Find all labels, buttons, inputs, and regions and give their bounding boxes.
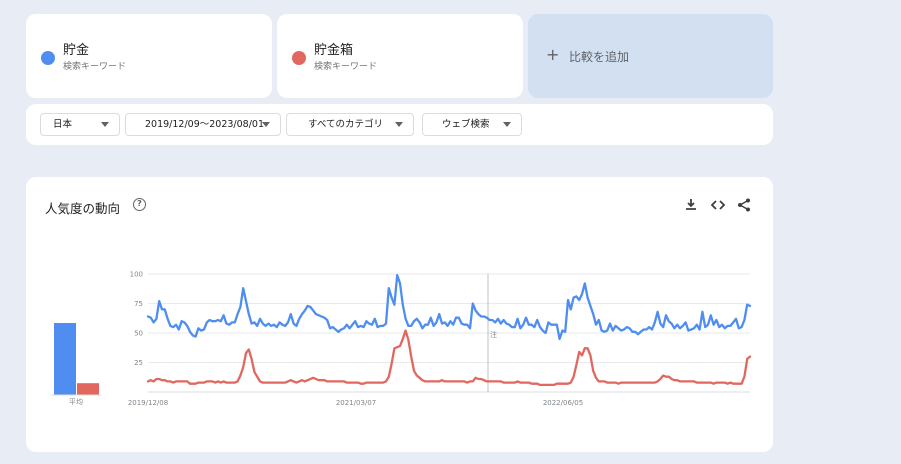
y-tick-label: 100	[130, 271, 143, 279]
search-type-dropdown[interactable]: ウェブ検索	[422, 113, 522, 136]
category-dropdown-label: すべてのカテゴリ	[308, 119, 383, 130]
x-tick-label: 2019/12/08	[128, 399, 168, 407]
date-range-dropdown-label: 2019/12/09〜2023/08/01	[145, 119, 265, 130]
add-comparison-button[interactable]: + 比較を追加	[528, 14, 773, 98]
add-comparison-label: 比較を追加	[569, 50, 630, 64]
search-type-dropdown-label: ウェブ検索	[442, 119, 490, 130]
chevron-down-icon	[262, 122, 270, 127]
search-term-type-2: 検索キーワード	[314, 62, 378, 72]
chevron-down-icon	[101, 122, 109, 127]
average-bar	[77, 383, 99, 395]
note-marker-label: 注	[490, 330, 497, 339]
search-term-type-1: 検索キーワード	[63, 62, 127, 72]
series-line	[146, 274, 752, 341]
series-color-dot-1	[41, 51, 55, 65]
interest-over-time-card: 人気度の動向 ? 100 75 50 25 注 2019/12/08 2021/03/07 2…	[26, 177, 773, 452]
filter-bar: 日本 2019/12/09〜2023/08/01 すべてのカテゴリ ウェブ検索	[26, 104, 773, 145]
x-tick-label: 2021/03/07	[336, 399, 376, 407]
x-tick-label: 2022/06/05	[543, 399, 583, 407]
search-term-name-2[interactable]: 貯金箱	[314, 39, 353, 58]
series-line	[146, 329, 752, 387]
average-bar	[54, 323, 76, 395]
search-term-card-1[interactable]: 貯金 検索キーワード	[26, 14, 272, 98]
interest-over-time-chart: 100 75 50 25 注 2019/12/08 2021/03/07 2022/06/05…	[51, 271, 752, 407]
date-range-dropdown[interactable]: 2019/12/09〜2023/08/01	[125, 113, 281, 136]
chevron-down-icon	[503, 122, 511, 127]
y-tick-label: 25	[134, 359, 143, 367]
average-label: 平均	[69, 397, 83, 406]
search-term-name-1[interactable]: 貯金	[63, 39, 89, 58]
y-tick-label: 50	[134, 330, 143, 338]
plus-icon: +	[546, 45, 560, 64]
series-color-dot-2	[292, 51, 306, 65]
search-term-card-2[interactable]: 貯金箱 検索キーワード	[277, 14, 523, 98]
chevron-down-icon	[395, 122, 403, 127]
y-tick-label: 75	[134, 300, 143, 308]
category-dropdown[interactable]: すべてのカテゴリ	[286, 113, 414, 136]
region-dropdown[interactable]: 日本	[40, 113, 120, 136]
region-dropdown-label: 日本	[53, 119, 73, 130]
